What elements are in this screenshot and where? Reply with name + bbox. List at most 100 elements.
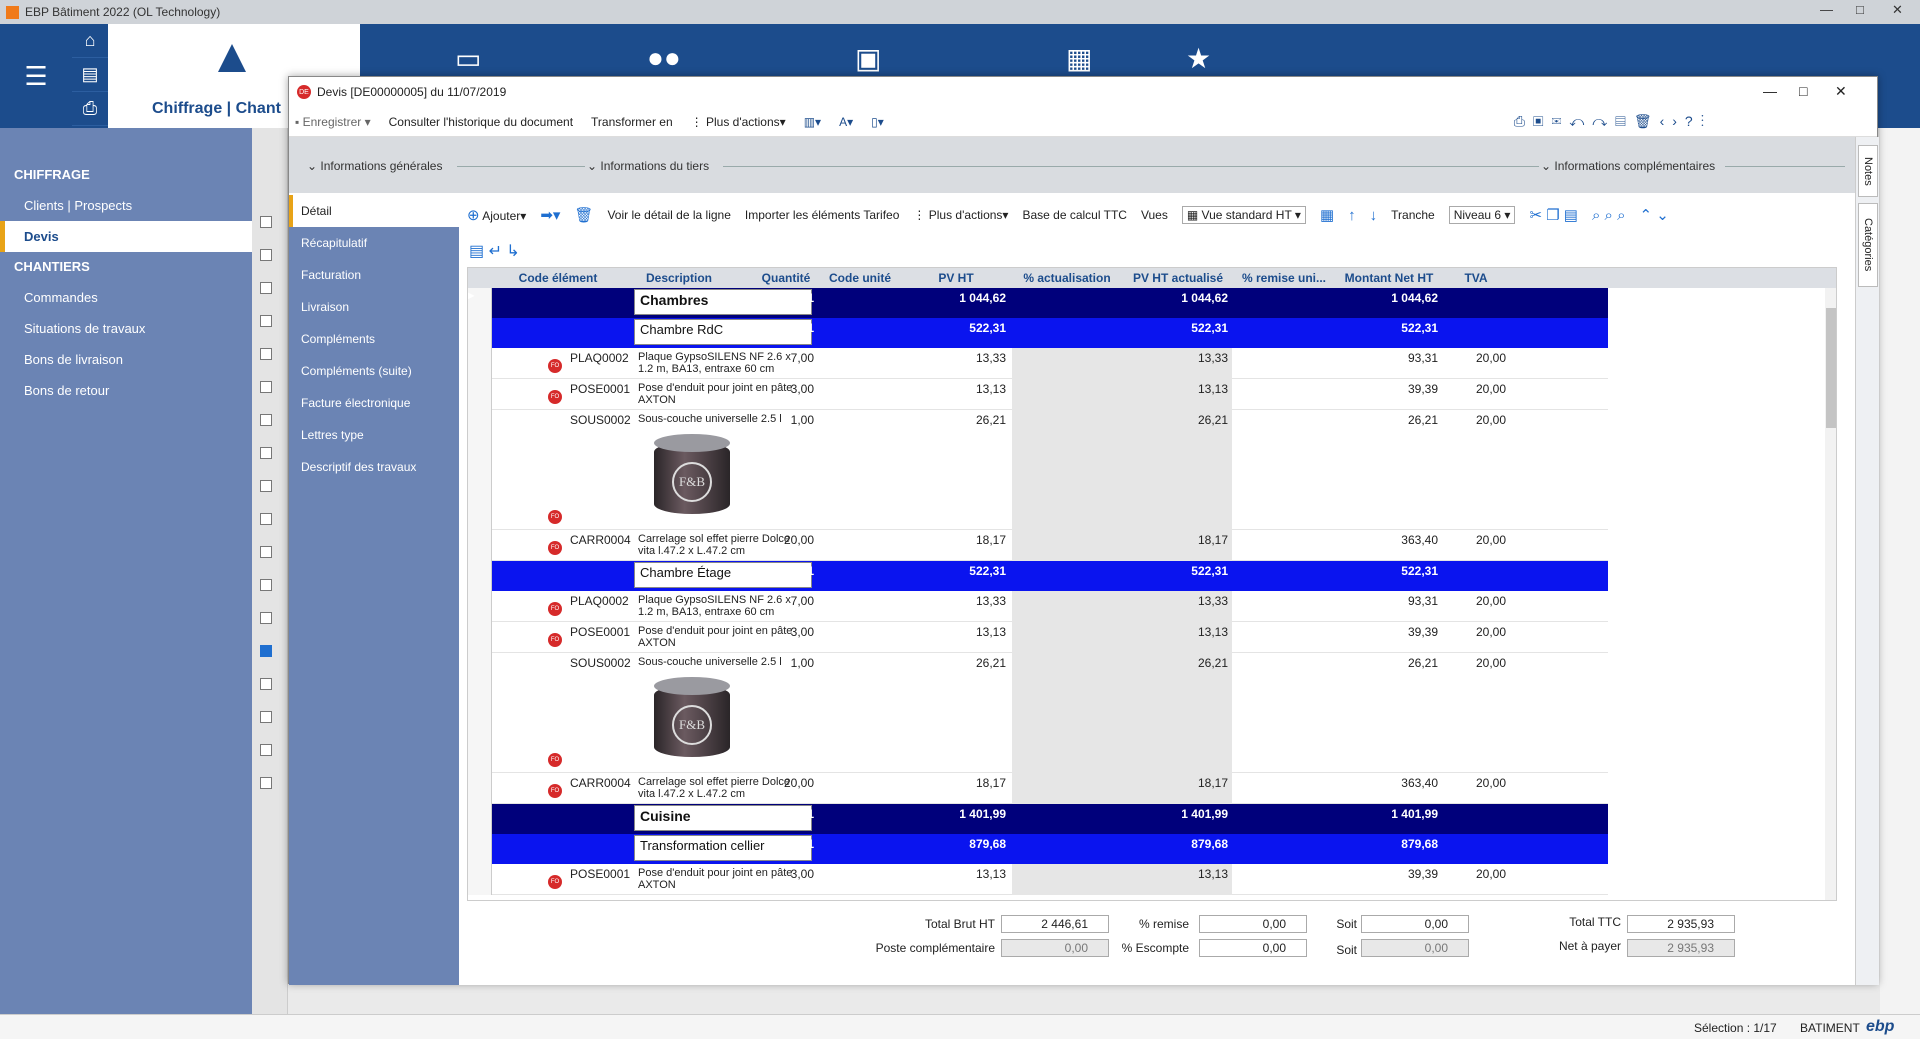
cell-quantite[interactable]: 3,00 [754, 625, 814, 639]
row-checkbox[interactable] [260, 513, 272, 525]
sidebar-item-commandes[interactable]: Commandes [0, 282, 252, 313]
cell-tva[interactable]: 20,00 [1444, 867, 1506, 881]
cell-pv-ht[interactable]: 13,33 [902, 594, 1006, 608]
device-icon[interactable]: ▯▾ [871, 115, 884, 129]
side-tab-complements-suite[interactable]: Compléments (suite) [289, 355, 459, 387]
tab-categories[interactable]: Catégories [1858, 203, 1878, 287]
cell-montant-net[interactable]: 879,68 [1336, 837, 1438, 851]
cell-pv-ht-actualise[interactable]: 879,68 [1124, 837, 1228, 851]
cell-pv-ht[interactable]: 1 401,99 [902, 807, 1006, 821]
cell-quantite[interactable]: 1 [754, 564, 814, 578]
cell-pv-ht-actualise[interactable]: 13,13 [1124, 382, 1228, 396]
table-row[interactable]: FO SOUS0002 Sous-couche universelle 2.5 l1… [468, 410, 1608, 530]
side-tab-recap[interactable]: Récapitulatif [289, 227, 459, 259]
row-selector[interactable] [468, 318, 492, 348]
side-tab-facturation[interactable]: Facturation [289, 259, 459, 291]
cell-pv-ht-actualise[interactable]: 522,31 [1124, 321, 1228, 335]
table-row[interactable]: FO PLAQ0002 Plaque GypsoSILENS NF 2.6 x 1.… [468, 348, 1608, 379]
contacts-book-icon[interactable]: ▤ [72, 58, 108, 92]
cell-montant-net[interactable]: 26,21 [1336, 413, 1438, 427]
cell-code[interactable]: SOUS0002 [570, 413, 632, 427]
insert-arrow-icon[interactable]: ➡▾ [540, 206, 560, 224]
row-checkbox[interactable] [260, 381, 272, 393]
col-actualisation[interactable]: % actualisation [1012, 271, 1122, 285]
save-button[interactable]: ▪ Enregistrer ▾ [295, 115, 371, 129]
search-zoom-icons[interactable]: ⌕ ⌕ ⌕ [1592, 207, 1626, 224]
col-code[interactable]: Code élément [512, 271, 604, 285]
row-checkbox[interactable] [260, 348, 272, 360]
cell-pv-ht[interactable]: 522,31 [902, 321, 1006, 335]
row-selector[interactable]: ▸ [468, 288, 492, 318]
cell-code[interactable]: POSE0001 [570, 625, 632, 639]
dialog-close-icon[interactable]: ✕ [1835, 83, 1847, 100]
add-button[interactable]: ⊕ Ajouter▾ [467, 206, 526, 224]
side-tab-lettres-type[interactable]: Lettres type [289, 419, 459, 451]
section-general-info[interactable]: ⌄ Informations générales [307, 159, 442, 173]
table-row[interactable]: FO CARR0004 Carrelage sol effet pierre Dol… [468, 530, 1608, 561]
remise-field[interactable]: 0,00 [1199, 915, 1307, 933]
soit-field-2[interactable]: 0,00 [1361, 939, 1469, 957]
grid-settings-icon[interactable]: ▦ [1320, 206, 1334, 224]
group-row[interactable]: Transformation cellier 1 879,68 879,68 879,6… [468, 834, 1608, 864]
cell-quantite[interactable]: 3,00 [754, 867, 814, 881]
views-select[interactable]: ▦ Vue standard HT ▾ [1181, 206, 1306, 224]
cell-pv-ht-actualise[interactable]: 1 401,99 [1124, 807, 1228, 821]
sidebar-item-situations[interactable]: Situations de travaux [0, 313, 252, 344]
cell-quantite[interactable]: 1 [754, 807, 814, 821]
cell-code[interactable]: POSE0001 [570, 382, 632, 396]
move-up-icon[interactable]: ↑ [1348, 207, 1356, 224]
cell-tva[interactable]: 20,00 [1444, 413, 1506, 427]
cell-pv-ht-actualise[interactable]: 1 044,62 [1124, 291, 1228, 305]
cell-tva[interactable]: 20,00 [1444, 594, 1506, 608]
cell-pv-ht[interactable]: 26,21 [902, 656, 1006, 670]
dialog-maximize-icon[interactable]: □ [1799, 83, 1807, 99]
scrollbar-thumb[interactable] [1826, 308, 1836, 428]
dialog-minimize-icon[interactable]: — [1763, 83, 1777, 99]
cell-quantite[interactable]: 1 [754, 291, 814, 305]
cell-tva[interactable]: 20,00 [1444, 776, 1506, 790]
side-tab-complements[interactable]: Compléments [289, 323, 459, 355]
tab-notes[interactable]: Notes [1858, 145, 1878, 197]
users-icon[interactable]: ●● [647, 42, 681, 74]
side-tab-descriptif[interactable]: Descriptif des travaux [289, 451, 459, 483]
star-icon[interactable]: ★ [1186, 42, 1211, 75]
dialog-actions-icons[interactable]: ⎙▣✉↶↷▤🗑‹›?⋮ [1514, 113, 1712, 130]
poste-field[interactable]: 0,00 [1001, 939, 1109, 957]
view-detail-button[interactable]: Voir le détail de la ligne [607, 208, 730, 222]
col-montant-net[interactable]: Montant Net HT [1336, 271, 1442, 285]
move-down-icon[interactable]: ↓ [1370, 207, 1378, 224]
cell-quantite[interactable]: 20,00 [754, 533, 814, 547]
row-selector[interactable] [468, 804, 492, 834]
sidebar-item-clients[interactable]: Clients | Prospects [0, 190, 252, 221]
cell-pv-ht-actualise[interactable]: 522,31 [1124, 564, 1228, 578]
cell-montant-net[interactable]: 26,21 [1336, 656, 1438, 670]
minimize-icon[interactable]: — [1820, 2, 1833, 17]
grid-small-tools[interactable]: ▤ ↵ ↳ [469, 241, 520, 261]
font-icon[interactable]: A▾ [839, 115, 853, 129]
cell-pv-ht-actualise[interactable]: 13,33 [1124, 351, 1228, 365]
history-button[interactable]: Consulter l'historique du document [389, 115, 573, 129]
cell-tva[interactable]: 20,00 [1444, 656, 1506, 670]
cell-pv-ht[interactable]: 879,68 [902, 837, 1006, 851]
map-icon[interactable]: ▥▾ [804, 115, 821, 129]
row-checkbox[interactable] [260, 678, 272, 690]
box-icon[interactable]: ▣ [855, 42, 881, 75]
section-complementary-info[interactable]: ⌄ Informations complémentaires [1541, 159, 1715, 173]
cell-tva[interactable]: 20,00 [1444, 382, 1506, 396]
cell-montant-net[interactable]: 39,39 [1336, 382, 1438, 396]
cell-pv-ht[interactable]: 26,21 [902, 413, 1006, 427]
row-checkbox[interactable] [260, 744, 272, 756]
table-row[interactable]: FO POSE0001 Pose d'enduit pour joint en pâ… [468, 864, 1608, 895]
row-selector[interactable] [468, 379, 492, 410]
more-actions-button[interactable]: ⋮ Plus d'actions▾ [691, 115, 786, 129]
escompte-field[interactable]: 0,00 [1199, 939, 1307, 957]
row-selector[interactable] [468, 653, 492, 773]
cell-montant-net[interactable]: 39,39 [1336, 867, 1438, 881]
delete-icon[interactable]: 🗑 [574, 206, 593, 224]
col-remise[interactable]: % remise uni... [1234, 271, 1334, 285]
cell-pv-ht[interactable]: 13,13 [902, 867, 1006, 881]
cell-quantite[interactable]: 1,00 [754, 413, 814, 427]
row-checkbox[interactable] [260, 579, 272, 591]
total-ttc-field[interactable]: 2 935,93 [1627, 915, 1735, 933]
row-selector[interactable] [468, 561, 492, 591]
